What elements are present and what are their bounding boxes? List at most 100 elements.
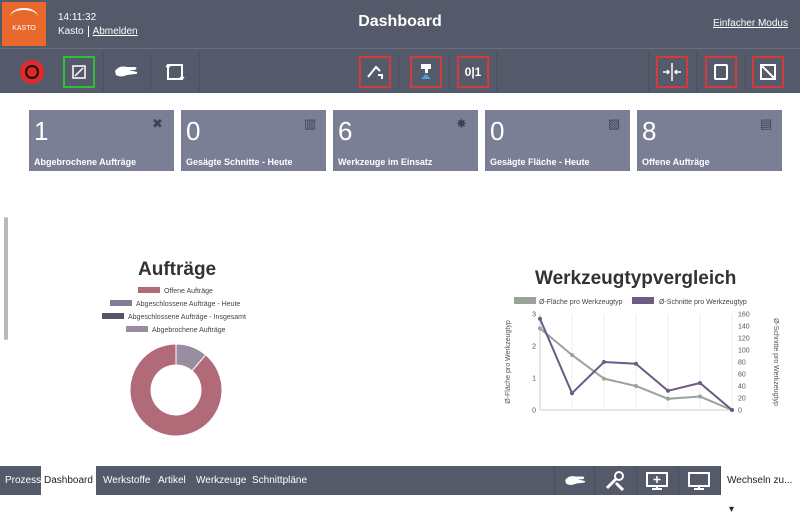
tile-open-orders[interactable]: 8 ▤ Offene Aufträge	[637, 110, 782, 171]
toolbar: 0|1	[0, 48, 800, 93]
data-point[interactable]	[538, 326, 542, 331]
scrollbar[interactable]	[4, 217, 8, 340]
tile-cuts-today[interactable]: 0 ▥ Gesägte Schnitte - Heute	[181, 110, 326, 171]
cycle-icon	[165, 63, 185, 81]
tile-value: 6	[338, 116, 353, 146]
legend-swatch	[632, 297, 654, 304]
tools-icon	[605, 470, 624, 491]
material-button[interactable]	[705, 56, 737, 88]
top-bar: KASTO 14:11:32 Kasto Abmelden Dashboard E…	[0, 0, 800, 48]
manual-mode-button[interactable]	[554, 466, 594, 495]
gear-icon: ✸	[456, 116, 467, 131]
data-point[interactable]	[666, 388, 670, 393]
legend-label: Abgeschlossene Aufträge - Heute	[136, 301, 240, 308]
tile-label: Offene Aufträge	[642, 157, 710, 167]
tab-werkzeuge[interactable]: Werkzeuge	[193, 466, 249, 495]
legend-swatch	[514, 297, 536, 304]
saw-down-icon	[367, 65, 383, 79]
cuts-icon: ▥	[304, 116, 317, 131]
tab-schnittplaene[interactable]: Schnittpläne	[249, 466, 310, 495]
data-point[interactable]	[570, 391, 574, 396]
orders-donut-chart: Offene Aufträge Abgeschlossene Aufträge -…	[102, 287, 246, 437]
data-point[interactable]	[666, 396, 670, 401]
zero-one-button[interactable]: 0|1	[457, 56, 489, 88]
tile-value: 0	[490, 116, 505, 146]
monitor-add-icon	[645, 471, 668, 490]
edit-panel-button[interactable]	[63, 56, 95, 88]
tab-werkstoffe[interactable]: Werkstoffe	[100, 466, 153, 495]
switch-to-dropdown[interactable]: Wechseln zu... ▾	[720, 466, 800, 515]
clamp-icon	[663, 63, 681, 81]
y2-tick-label: 120	[738, 336, 750, 343]
y2-axis-label: Ø-Schnitte pro Werkzeugtyp	[772, 318, 779, 406]
simple-mode-link[interactable]: Einfacher Modus	[713, 18, 788, 29]
tile-label: Abgebrochene Aufträge	[34, 157, 137, 167]
tile-aborted-orders[interactable]: 1 ✖ Abgebrochene Aufträge	[29, 110, 174, 171]
data-point[interactable]	[538, 316, 542, 321]
stop-button[interactable]	[16, 56, 48, 88]
clamp-button[interactable]	[656, 56, 688, 88]
legend-label: Ø-Fläche pro Werkzeugtyp	[539, 299, 623, 306]
tile-label: Gesägte Fläche - Heute	[490, 157, 590, 167]
monitor-icon	[687, 471, 710, 490]
tile-area-today[interactable]: 0 ▨ Gesägte Fläche - Heute	[485, 110, 630, 171]
switch-label: Wechseln zu...	[727, 475, 793, 486]
data-point[interactable]	[602, 360, 606, 364]
data-point[interactable]	[602, 376, 606, 381]
legend-swatch	[126, 326, 148, 332]
y2-tick-label: 40	[738, 384, 746, 391]
saw-down-button[interactable]	[359, 56, 391, 88]
y2-tick-label: 160	[738, 312, 750, 319]
tab-prozess[interactable]: Prozess	[2, 466, 44, 495]
tab-artikel[interactable]: Artikel	[155, 466, 189, 495]
coolant-button[interactable]	[410, 56, 442, 88]
legend-label: Abgeschlossene Aufträge - Insgesamt	[128, 314, 246, 321]
clipboard-icon: ▤	[760, 116, 773, 131]
bottom-nav: Prozess Dashboard Werkstoffe Artikel Wer…	[0, 466, 800, 515]
diagonal-cut-button[interactable]	[752, 56, 784, 88]
monitor-button[interactable]	[678, 466, 718, 495]
chevron-down-icon: ▾	[729, 504, 735, 515]
diagonal-cut-icon	[760, 64, 776, 80]
y-tick-label: 3	[532, 312, 536, 319]
tools-button[interactable]	[594, 466, 634, 495]
material-icon	[714, 64, 728, 80]
y2-tick-label: 100	[738, 348, 750, 355]
coolant-icon	[421, 64, 431, 79]
y-tick-label: 1	[532, 376, 536, 383]
legend-swatch	[110, 300, 132, 306]
y2-tick-label: 80	[738, 360, 746, 367]
data-point[interactable]	[634, 361, 638, 366]
tile-value: 1	[34, 116, 49, 146]
hand-icon	[115, 66, 138, 77]
zero-one-icon: 0|1	[464, 65, 482, 79]
legend-swatch	[138, 287, 160, 293]
area-icon: ▨	[608, 116, 621, 131]
tile-tools-in-use[interactable]: 6 ✸ Werkzeuge im Einsatz	[333, 110, 478, 171]
legend-swatch	[102, 313, 124, 319]
legend-label: Abgebrochene Aufträge	[152, 327, 226, 334]
data-point[interactable]	[698, 381, 702, 385]
tab-dashboard[interactable]: Dashboard	[41, 466, 96, 495]
monitor-add-button[interactable]	[636, 466, 676, 495]
y2-tick-label: 0	[738, 408, 742, 415]
y-axis-label: Ø-Fläche pro Werkzeugtyp	[505, 320, 512, 404]
legend-label: Ø-Schnitte pro Werkzeugtyp	[659, 299, 747, 306]
tile-label: Werkzeuge im Einsatz	[338, 157, 433, 167]
manual-button[interactable]	[110, 56, 142, 88]
y2-tick-label: 20	[738, 396, 746, 403]
y-tick-label: 0	[532, 408, 536, 415]
data-point[interactable]	[634, 384, 638, 388]
data-point[interactable]	[730, 408, 734, 412]
tile-value: 8	[642, 116, 657, 146]
y-tick-label: 2	[532, 344, 536, 351]
data-point[interactable]	[698, 394, 702, 399]
y2-tick-label: 140	[738, 324, 750, 331]
data-point[interactable]	[570, 352, 574, 357]
tile-value: 0	[186, 116, 201, 146]
stop-icon	[20, 60, 44, 84]
tool-comparison-chart-title: Werkzeugtypvergleich	[535, 268, 737, 289]
edit-panel-icon	[72, 65, 86, 79]
orders-chart-title: Aufträge	[138, 259, 217, 280]
cycle-button[interactable]	[159, 56, 191, 88]
